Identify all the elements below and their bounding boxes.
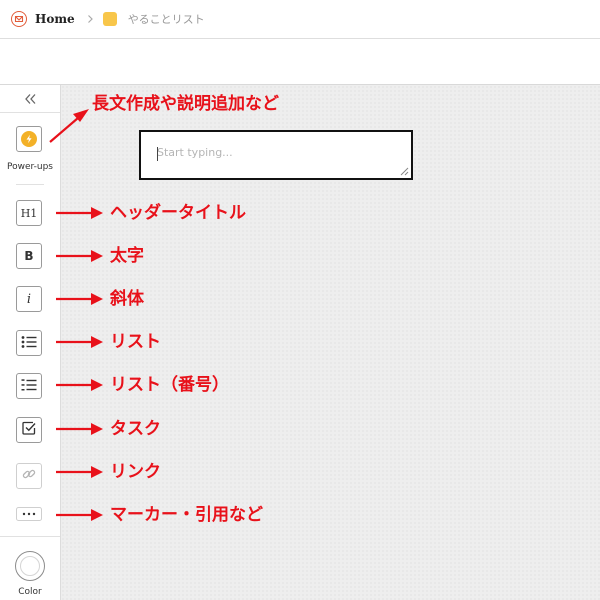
arrow-head <box>91 250 103 262</box>
annotation-numbered-list: リスト（番号） <box>110 375 229 395</box>
annotation-task: タスク <box>110 419 161 439</box>
arrow-head <box>91 423 103 435</box>
annotation-heading: ヘッダータイトル <box>110 203 246 223</box>
annotation-power-ups: 長文作成や説明追加など <box>92 94 279 114</box>
arrow-head <box>91 293 103 305</box>
arrow-head <box>91 379 103 391</box>
annotation-arrows <box>49 109 103 521</box>
arrow-power-ups <box>49 117 79 143</box>
annotation-bold: 太字 <box>110 246 144 266</box>
arrow-head <box>91 466 103 478</box>
annotation-list: リスト <box>110 332 161 352</box>
annotation-link: リンク <box>110 462 161 482</box>
arrow-head <box>91 509 103 521</box>
arrow-head <box>91 336 103 348</box>
annotation-italic: 斜体 <box>110 289 144 309</box>
arrow-head <box>91 207 103 219</box>
annotation-more: マーカー・引用など <box>110 505 263 525</box>
